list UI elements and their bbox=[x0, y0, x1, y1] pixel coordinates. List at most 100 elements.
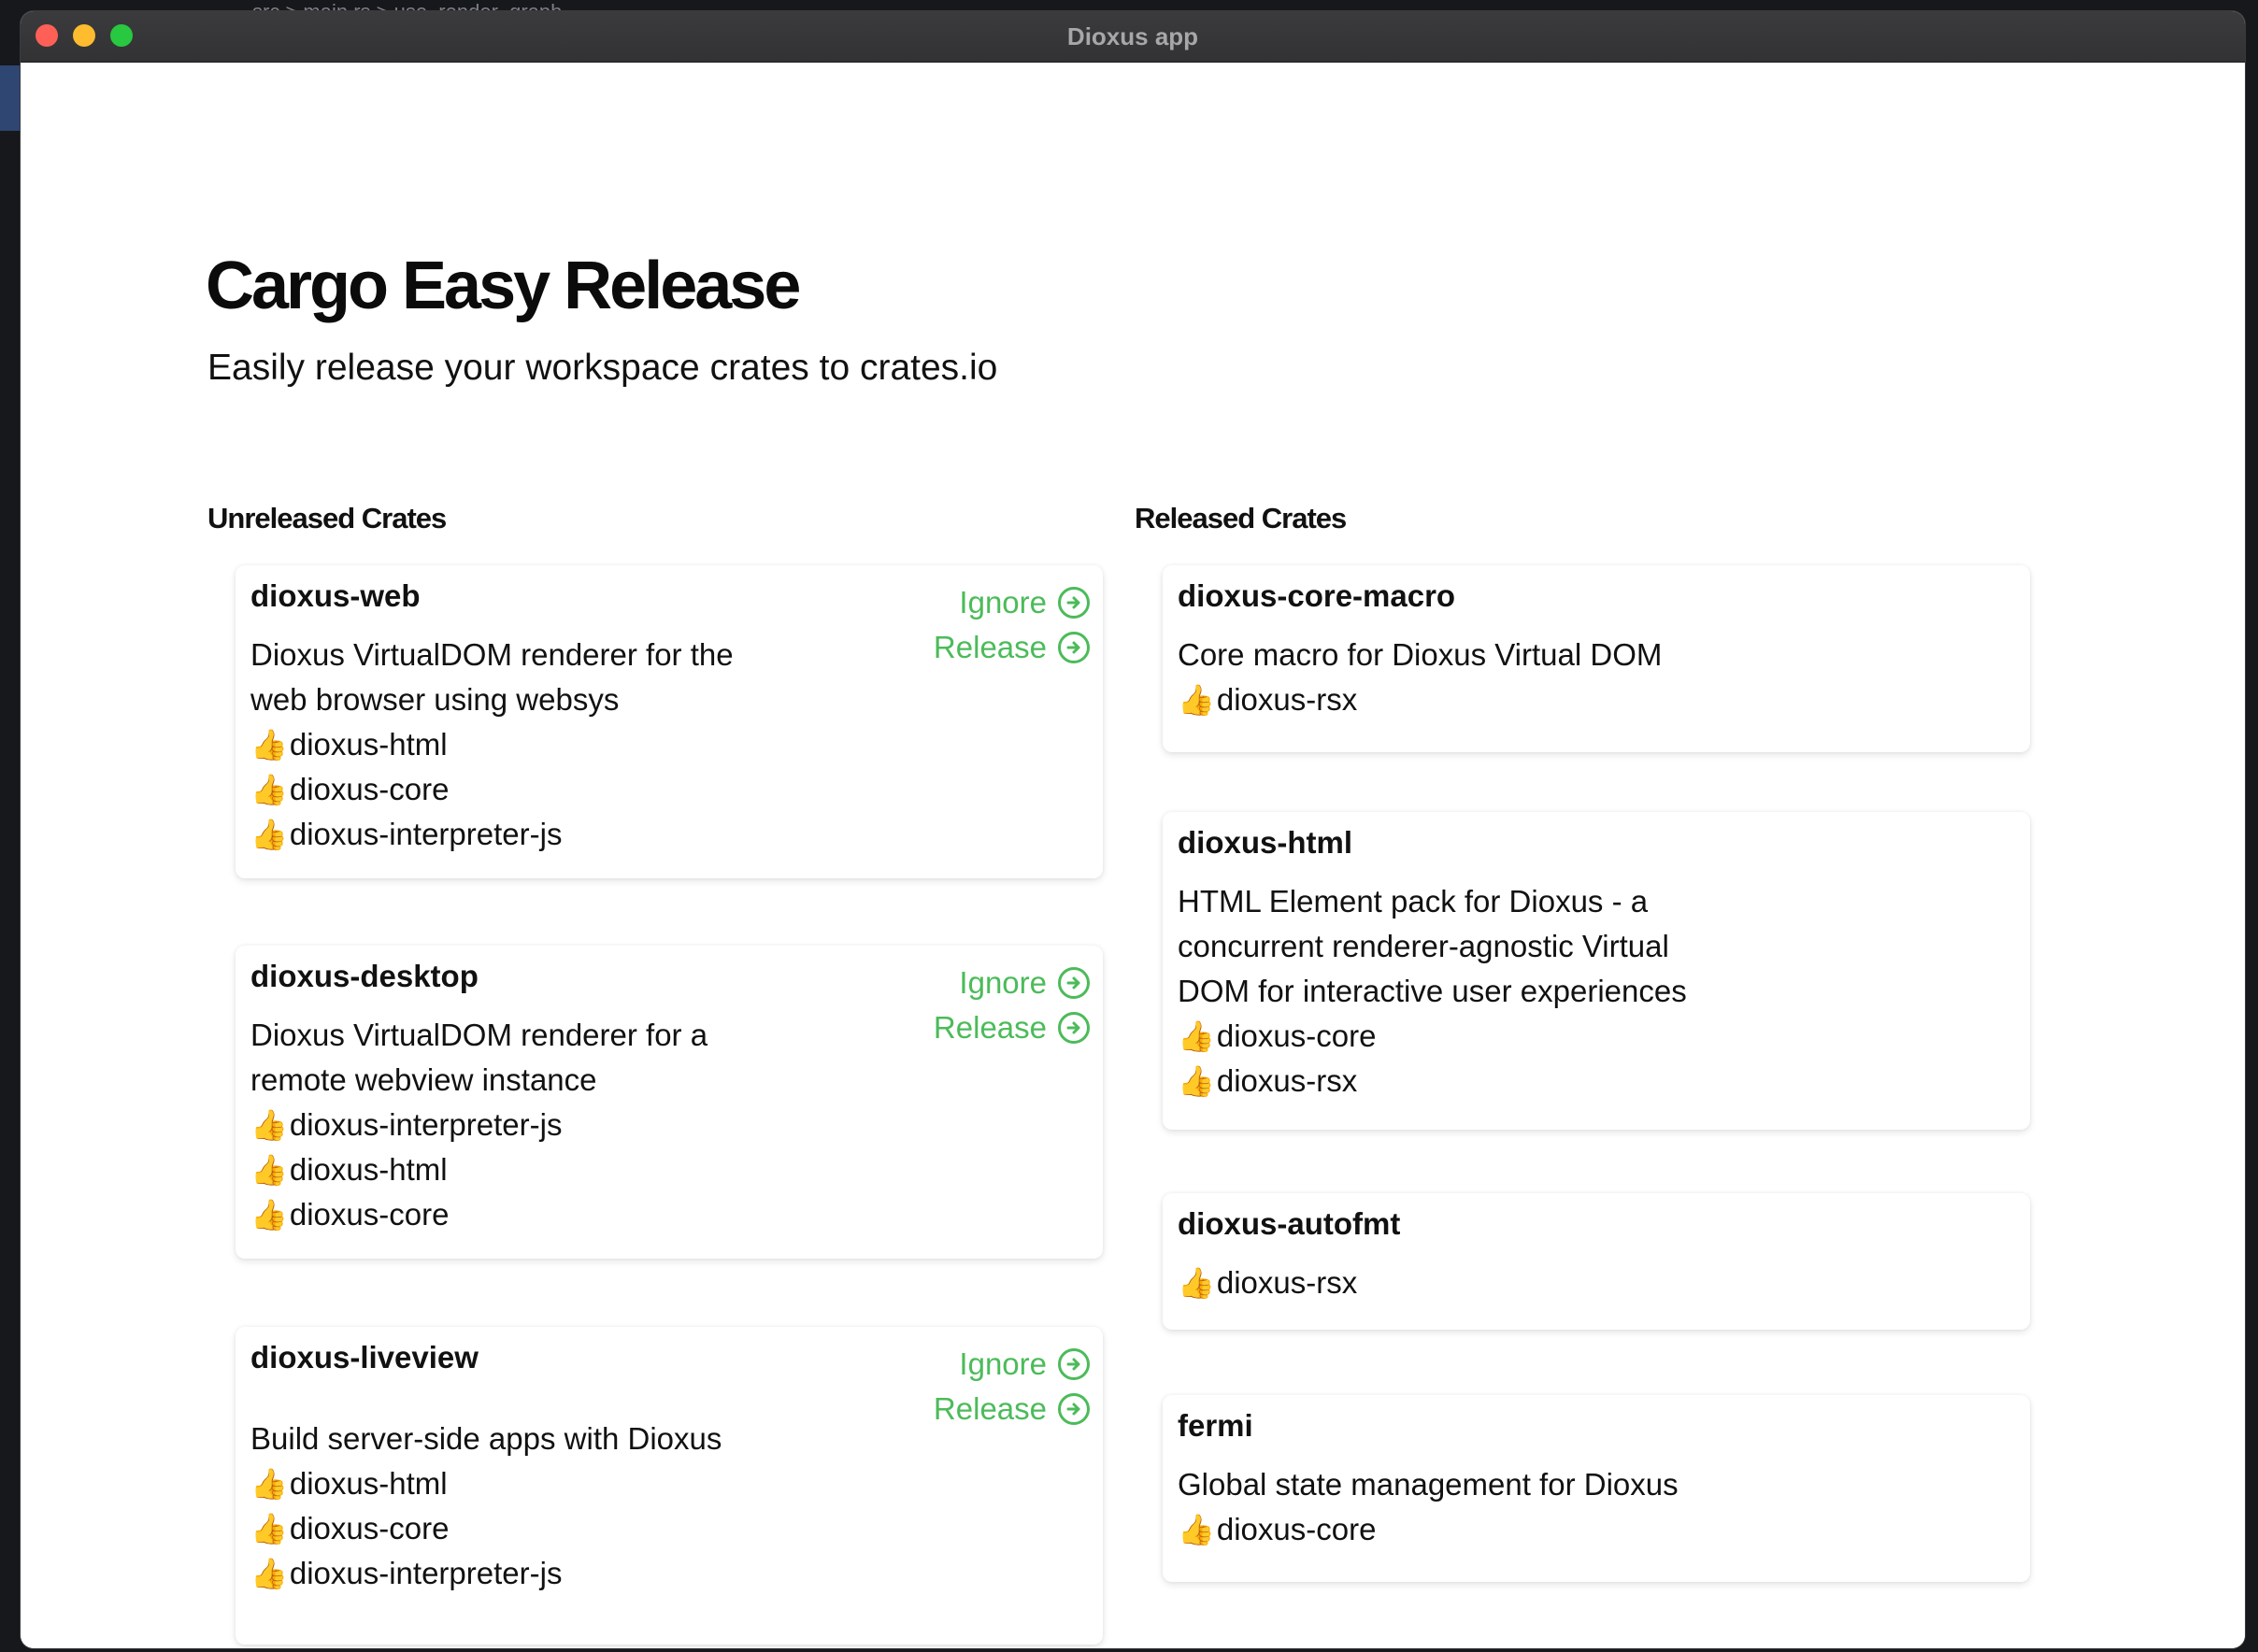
dependency-item: 👍 dioxus-interpreter-js bbox=[250, 1103, 562, 1147]
dependency-item: 👍 dioxus-core bbox=[1178, 1507, 1376, 1552]
dependency-item: 👍 dioxus-rsx bbox=[1178, 1260, 1357, 1305]
crate-actions: Ignore Release bbox=[934, 580, 1090, 670]
ignore-label: Ignore bbox=[959, 585, 1047, 620]
release-button[interactable]: Release bbox=[934, 1387, 1090, 1431]
ignore-button[interactable]: Ignore bbox=[934, 1342, 1090, 1387]
release-label: Release bbox=[933, 1391, 1047, 1426]
thumbs-up-icon: 👍 bbox=[250, 1466, 288, 1502]
crate-description-line: Dioxus VirtualDOM renderer for a bbox=[250, 1018, 708, 1052]
crate-name: fermi bbox=[1178, 1408, 1253, 1443]
ignore-label: Ignore bbox=[959, 1346, 1047, 1381]
window-titlebar[interactable]: Dioxus app bbox=[21, 11, 2245, 63]
thumbs-up-icon: 👍 bbox=[250, 1511, 288, 1546]
ignore-button[interactable]: Ignore bbox=[934, 580, 1090, 625]
thumbs-up-icon: 👍 bbox=[250, 772, 288, 807]
dependency-name: dioxus-interpreter-js bbox=[289, 817, 563, 851]
dependency-name: dioxus-interpreter-js bbox=[289, 1107, 563, 1142]
thumbs-up-icon: 👍 bbox=[1178, 1063, 1215, 1099]
thumbs-up-icon: 👍 bbox=[1178, 1512, 1215, 1547]
crate-actions: Ignore Release bbox=[934, 1342, 1090, 1431]
editor-sidebar-highlight bbox=[0, 65, 21, 131]
thumbs-up-icon: 👍 bbox=[250, 727, 288, 762]
dependency-name: dioxus-core bbox=[1216, 1018, 1377, 1053]
app-content: Cargo Easy Release Easily release your w… bbox=[21, 63, 2245, 1648]
thumbs-up-icon: 👍 bbox=[1178, 1265, 1215, 1301]
dependency-list: 👍 dioxus-rsx bbox=[1178, 1260, 1357, 1305]
dependency-item: 👍 dioxus-core bbox=[250, 1506, 562, 1551]
dependency-item: 👍 dioxus-core bbox=[250, 1192, 562, 1237]
arrow-right-circle-icon bbox=[1058, 967, 1090, 999]
ignore-button[interactable]: Ignore bbox=[934, 961, 1090, 1005]
release-button[interactable]: Release bbox=[934, 625, 1090, 670]
crate-description-line: remote webview instance bbox=[250, 1062, 597, 1097]
dependency-list: 👍 dioxus-html 👍 dioxus-core 👍 dioxus-interp… bbox=[250, 1461, 562, 1596]
released-crate-card: dioxus-core-macro Core macro for Dioxus … bbox=[1163, 565, 2030, 752]
dependency-item: 👍 dioxus-rsx bbox=[1178, 1059, 1376, 1104]
crate-description: Global state management for Dioxus bbox=[1178, 1462, 1679, 1507]
dependency-list: 👍 dioxus-core bbox=[1178, 1507, 1376, 1552]
unreleased-crate-card: dioxus-desktop Ignore Release Dioxus Vir… bbox=[236, 946, 1103, 1259]
dependency-name: dioxus-rsx bbox=[1216, 682, 1358, 717]
dependency-name: dioxus-rsx bbox=[1216, 1063, 1358, 1098]
dependency-list: 👍 dioxus-core 👍 dioxus-rsx bbox=[1178, 1014, 1376, 1104]
released-heading: Released Crates bbox=[1135, 502, 1347, 534]
dependency-list: 👍 dioxus-interpreter-js 👍 dioxus-html 👍 dio… bbox=[250, 1103, 562, 1237]
crate-description-line: DOM for interactive user experiences bbox=[1178, 974, 1687, 1008]
released-crate-card: dioxus-autofmt 👍 dioxus-rsx bbox=[1163, 1193, 2030, 1330]
ignore-label: Ignore bbox=[959, 965, 1047, 1000]
crate-description: Dioxus VirtualDOM renderer for a remote … bbox=[250, 1013, 707, 1103]
release-button[interactable]: Release bbox=[934, 1005, 1090, 1050]
thumbs-up-icon: 👍 bbox=[250, 1152, 288, 1188]
release-label: Release bbox=[933, 630, 1047, 664]
crate-name: dioxus-core-macro bbox=[1178, 578, 1456, 613]
dependency-name: dioxus-interpreter-js bbox=[289, 1556, 563, 1590]
page-subtitle: Easily release your workspace crates to … bbox=[207, 348, 998, 388]
window-title: Dioxus app bbox=[1066, 22, 1199, 50]
crate-description: HTML Element pack for Dioxus - a concurr… bbox=[1178, 879, 1687, 1014]
dependency-item: 👍 dioxus-interpreter-js bbox=[250, 1551, 562, 1596]
dependency-item: 👍 dioxus-html bbox=[250, 1461, 562, 1506]
thumbs-up-icon: 👍 bbox=[250, 817, 288, 852]
crate-description-line: HTML Element pack for Dioxus - a bbox=[1178, 884, 1649, 919]
crate-description-line: concurrent renderer-agnostic Virtual bbox=[1178, 929, 1669, 963]
crate-description: Build server-side apps with Dioxus bbox=[250, 1417, 722, 1461]
crate-description-line: Core macro for Dioxus Virtual DOM bbox=[1178, 637, 1663, 672]
release-label: Release bbox=[933, 1010, 1047, 1045]
crate-description-line: web browser using websys bbox=[250, 682, 620, 717]
unreleased-crate-card: dioxus-liveview Ignore Release Build ser… bbox=[236, 1327, 1103, 1645]
dependency-item: 👍 dioxus-rsx bbox=[1178, 677, 1357, 722]
dependency-list: 👍 dioxus-html 👍 dioxus-core 👍 dioxus-interp… bbox=[250, 722, 562, 857]
dependency-item: 👍 dioxus-html bbox=[250, 1147, 562, 1192]
crate-description-line: Global state management for Dioxus bbox=[1178, 1467, 1679, 1502]
thumbs-up-icon: 👍 bbox=[1178, 682, 1215, 718]
crate-name: dioxus-desktop bbox=[250, 959, 479, 993]
dependency-name: dioxus-core bbox=[289, 772, 450, 806]
released-crate-card: fermi Global state management for Dioxus… bbox=[1163, 1395, 2030, 1582]
crate-description-line: Build server-side apps with Dioxus bbox=[250, 1421, 722, 1456]
arrow-right-circle-icon bbox=[1058, 632, 1090, 663]
dependency-name: dioxus-core bbox=[1216, 1512, 1377, 1546]
thumbs-up-icon: 👍 bbox=[250, 1556, 288, 1591]
dependency-item: 👍 dioxus-core bbox=[250, 767, 562, 812]
dependency-item: 👍 dioxus-html bbox=[250, 722, 562, 767]
crate-name: dioxus-autofmt bbox=[1178, 1206, 1401, 1241]
unreleased-crate-card: dioxus-web Ignore Release Dioxus Virtual… bbox=[236, 565, 1103, 878]
arrow-right-circle-icon bbox=[1058, 1012, 1090, 1044]
thumbs-up-icon: 👍 bbox=[1178, 1018, 1215, 1054]
arrow-right-circle-icon bbox=[1058, 1393, 1090, 1425]
page-title: Cargo Easy Release bbox=[206, 249, 801, 323]
thumbs-up-icon: 👍 bbox=[250, 1107, 288, 1143]
arrow-right-circle-icon bbox=[1058, 587, 1090, 619]
dependency-list: 👍 dioxus-rsx bbox=[1178, 677, 1357, 722]
crate-description: Core macro for Dioxus Virtual DOM bbox=[1178, 633, 1662, 677]
dependency-name: dioxus-html bbox=[289, 1152, 448, 1187]
crate-name: dioxus-web bbox=[250, 578, 421, 613]
dependency-item: 👍 dioxus-core bbox=[1178, 1014, 1376, 1059]
unreleased-heading: Unreleased Crates bbox=[207, 502, 447, 534]
crate-name: dioxus-liveview bbox=[250, 1340, 479, 1374]
crate-description: Dioxus VirtualDOM renderer for the web b… bbox=[250, 633, 734, 722]
crate-name: dioxus-html bbox=[1178, 825, 1352, 860]
dependency-name: dioxus-html bbox=[289, 1466, 448, 1501]
crate-description-line: Dioxus VirtualDOM renderer for the bbox=[250, 637, 734, 672]
arrow-right-circle-icon bbox=[1058, 1348, 1090, 1380]
